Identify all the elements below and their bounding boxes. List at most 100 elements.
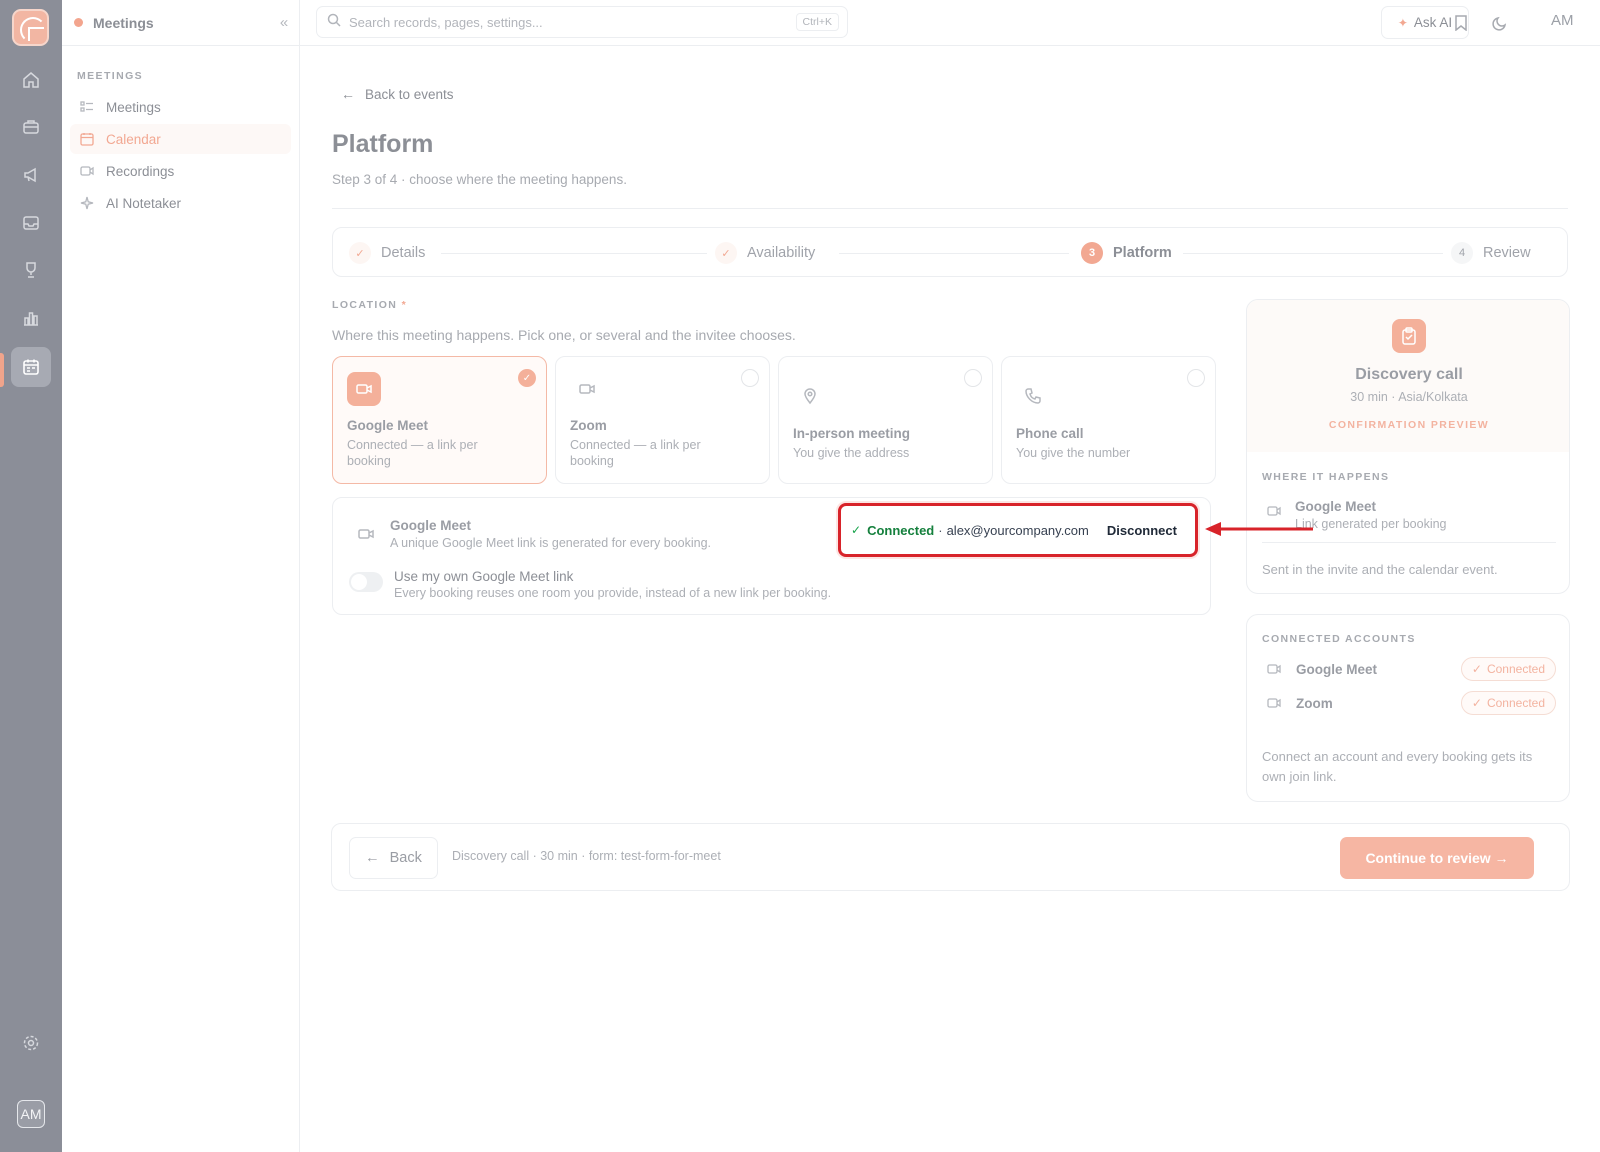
- step-connector: [441, 253, 707, 254]
- step-label: Details: [381, 245, 426, 261]
- detail-desc: A unique Google Meet link is generated f…: [390, 536, 712, 550]
- sidebar-header: Meetings «: [62, 0, 299, 46]
- megaphone-icon[interactable]: [11, 155, 51, 195]
- icon-rail: AM: [0, 0, 62, 1152]
- video-icon: [349, 517, 383, 551]
- clipboard-icon: [1392, 319, 1426, 353]
- sidebar-item-label: AI Notetaker: [106, 195, 182, 211]
- calendar-icon[interactable]: [11, 347, 51, 387]
- disconnect-button[interactable]: Disconnect: [1107, 523, 1177, 538]
- footer-summary: Discovery call · 30 min · form: test-for…: [452, 849, 721, 863]
- step-connector: [1183, 253, 1443, 254]
- callout-arrow-icon: [1205, 522, 1313, 536]
- sidebar-item-label: Meetings: [106, 99, 161, 115]
- location-option-google-meet[interactable]: ✓ Google Meet Connected — a link per boo…: [332, 356, 547, 484]
- badge-label: Connected: [1486, 662, 1545, 676]
- page-title: Platform: [332, 130, 434, 158]
- collapse-sidebar-icon[interactable]: «: [269, 14, 299, 31]
- where-name: Google Meet: [1295, 499, 1377, 514]
- option-name: Phone call: [1016, 426, 1084, 441]
- ask-ai-label: Ask AI: [1413, 15, 1453, 30]
- own-link-toggle[interactable]: [349, 572, 383, 592]
- connected-badge: ✓ Connected: [1460, 691, 1556, 715]
- step-check-icon: ✓: [349, 242, 371, 264]
- phone-icon: [1016, 379, 1050, 413]
- option-desc: You give the address: [793, 446, 910, 460]
- sparkle-icon: [80, 196, 98, 210]
- bookmark-icon[interactable]: [1450, 12, 1472, 34]
- account-name: Google Meet: [1296, 661, 1378, 677]
- arrow-left-icon: ←: [341, 86, 355, 102]
- location-option-in-person[interactable]: In-person meeting You give the address: [778, 356, 993, 484]
- video-icon: [1262, 662, 1286, 676]
- account-name: Zoom: [1296, 695, 1333, 711]
- continue-to-review-button[interactable]: Continue to review →: [1340, 837, 1534, 879]
- map-pin-icon: [793, 379, 827, 413]
- dark-mode-moon-icon[interactable]: [1489, 12, 1511, 34]
- rail-active-indicator: [0, 353, 4, 387]
- where-desc: Link generated per booking: [1295, 517, 1447, 531]
- account-row-zoom: Zoom ✓ Connected: [1262, 690, 1556, 716]
- home-icon[interactable]: [11, 60, 51, 100]
- step-availability[interactable]: ✓ Availability: [715, 228, 815, 278]
- step-review[interactable]: 4 Review: [1451, 228, 1531, 278]
- connected-badge: ✓ Connected: [1460, 657, 1556, 681]
- header-divider: [332, 208, 1568, 209]
- option-radio[interactable]: [1187, 369, 1205, 387]
- sidebar-item-ai-notetaker[interactable]: AI Notetaker: [70, 188, 291, 218]
- confirmation-preview-card: Discovery call 30 min · Asia/Kolkata CON…: [1246, 299, 1570, 594]
- search-shortcut-badge: Ctrl+K: [795, 13, 839, 31]
- sidebar-section-label: MEETINGS: [77, 70, 144, 82]
- step-platform[interactable]: 3 Platform: [1081, 228, 1172, 278]
- account-row-google-meet: Google Meet ✓ Connected: [1262, 656, 1556, 682]
- google-meet-connection-status: ✓ Connected · alex@yourcompany.com Disco…: [838, 503, 1198, 557]
- user-avatar[interactable]: AM: [17, 1100, 45, 1128]
- sidebar-item-meetings[interactable]: Meetings: [70, 92, 291, 122]
- step-details[interactable]: ✓ Details: [349, 228, 425, 278]
- sidebar-item-label: Recordings: [106, 163, 175, 179]
- sidebar-item-recordings[interactable]: Recordings: [70, 156, 291, 186]
- briefcase-icon[interactable]: [11, 107, 51, 147]
- trophy-icon[interactable]: [11, 250, 51, 290]
- option-radio[interactable]: [964, 369, 982, 387]
- video-icon: [570, 372, 604, 406]
- sidebar-item-label: Calendar: [106, 131, 161, 147]
- option-radio[interactable]: [741, 369, 759, 387]
- step-label: Availability: [747, 245, 816, 261]
- where-label: WHERE IT HAPPENS: [1262, 471, 1390, 483]
- connection-status: Connected: [867, 522, 935, 538]
- connection-separator: ·: [938, 522, 943, 538]
- location-label: LOCATION *: [332, 299, 407, 311]
- app-logo[interactable]: [12, 9, 49, 46]
- location-label-text: LOCATION: [332, 299, 398, 311]
- option-desc: Connected — a link per booking: [347, 438, 478, 468]
- bar-chart-icon[interactable]: [11, 298, 51, 338]
- back-to-events-link[interactable]: ← Back to events: [341, 86, 454, 102]
- connected-accounts-card: CONNECTED ACCOUNTS Google Meet ✓ Connect…: [1246, 614, 1570, 802]
- account-initials[interactable]: AM: [1551, 12, 1574, 29]
- location-option-phone-call[interactable]: Phone call You give the number: [1001, 356, 1216, 484]
- check-icon: ✓: [1471, 662, 1482, 676]
- page-subtitle: Step 3 of 4 · choose where the meeting h…: [332, 172, 627, 187]
- badge-label: Connected: [1486, 696, 1545, 710]
- section-dot-icon: [74, 18, 83, 27]
- sparkle-icon: ✦: [1397, 15, 1408, 30]
- calendar-icon: [80, 132, 98, 146]
- selected-check-icon[interactable]: ✓: [518, 369, 536, 387]
- preview-label: CONFIRMATION PREVIEW: [1328, 419, 1490, 431]
- check-icon: ✓: [1471, 696, 1482, 710]
- required-mark: *: [401, 299, 408, 311]
- global-search-input[interactable]: Search records, pages, settings... Ctrl+…: [316, 6, 848, 38]
- event-meta: 30 min · Asia/Kolkata: [1350, 390, 1468, 404]
- option-desc: Connected — a link per booking: [570, 438, 701, 468]
- back-button[interactable]: ← Back: [349, 837, 438, 879]
- settings-gear-icon[interactable]: [11, 1023, 51, 1063]
- detail-name: Google Meet: [390, 518, 472, 533]
- inbox-icon[interactable]: [11, 203, 51, 243]
- toggle-label: Use my own Google Meet link: [394, 569, 574, 584]
- step-number-badge: 3: [1081, 242, 1103, 264]
- accounts-label: CONNECTED ACCOUNTS: [1262, 633, 1416, 645]
- location-option-zoom[interactable]: Zoom Connected — a link per booking: [555, 356, 770, 484]
- sidebar-item-calendar[interactable]: Calendar: [70, 124, 291, 154]
- video-icon: [1262, 696, 1286, 710]
